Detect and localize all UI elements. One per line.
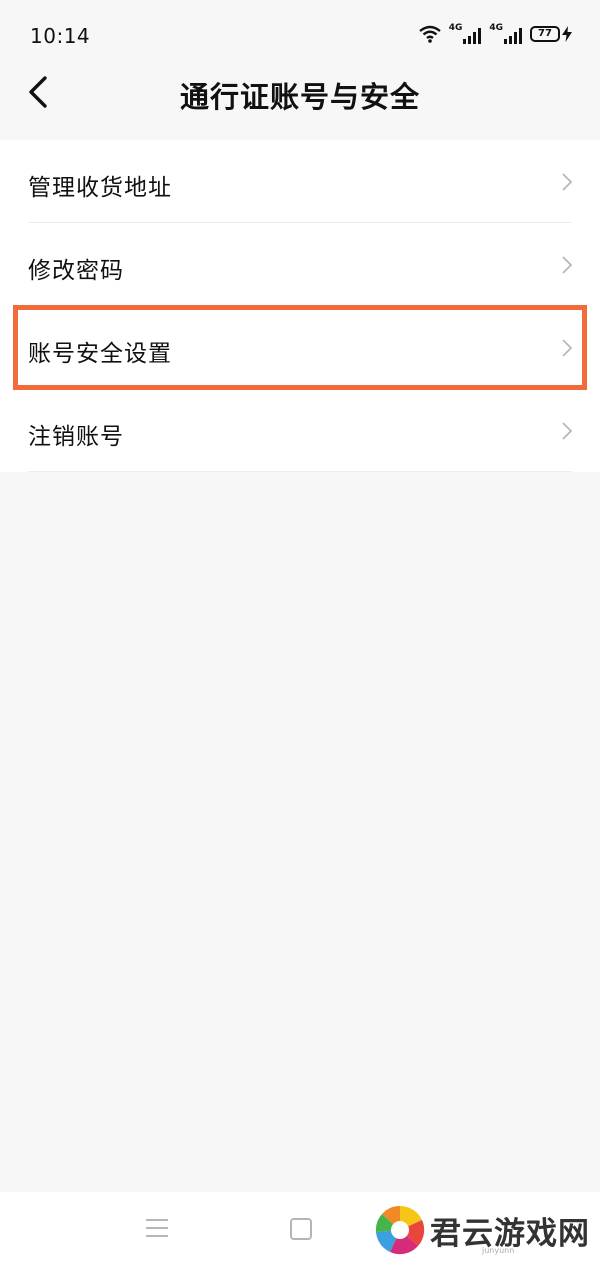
battery-level: 77 [530,26,560,42]
chevron-right-icon [562,173,573,191]
watermark-subtext: junyunn [482,1246,515,1255]
menu-item-label: 管理收货地址 [28,175,172,201]
charging-icon [562,26,572,42]
wifi-icon [418,25,441,43]
chevron-right-icon [562,339,573,357]
network-type-label: 4G [448,23,463,33]
signal-icon: 4G [489,24,522,44]
watermark-logo [375,1205,425,1255]
battery-icon: 77 [530,26,572,42]
home-icon[interactable] [290,1218,312,1240]
menu-item-delete-account[interactable]: 注销账号 [0,389,600,472]
status-icons: 4G 4G 77 [418,24,572,44]
menu-item-label: 账号安全设置 [28,341,172,367]
network-type-label: 4G [489,23,503,33]
status-time: 10:14 [30,24,91,48]
menu-item-label: 注销账号 [28,424,124,450]
menu-item-manage-address[interactable]: 管理收货地址 [0,140,600,223]
status-bar: 10:14 4G 4G 77 [0,0,600,66]
settings-menu: 管理收货地址 修改密码 账号安全设置 注销账号 [0,140,600,472]
page-title: 通行证账号与安全 [179,80,420,114]
menu-icon[interactable] [146,1218,168,1238]
divider [28,471,572,472]
chevron-right-icon [562,422,573,440]
menu-item-change-password[interactable]: 修改密码 [0,223,600,306]
menu-item-label: 修改密码 [28,258,124,284]
page-header: 通行证账号与安全 [0,66,600,138]
menu-item-account-security-settings[interactable]: 账号安全设置 [13,305,587,390]
navigation-bar: 君云游戏网 junyunn [0,1192,600,1266]
watermark: 君云游戏网 junyunn [372,1202,596,1260]
chevron-right-icon [562,256,573,274]
signal-icon: 4G [449,24,482,44]
